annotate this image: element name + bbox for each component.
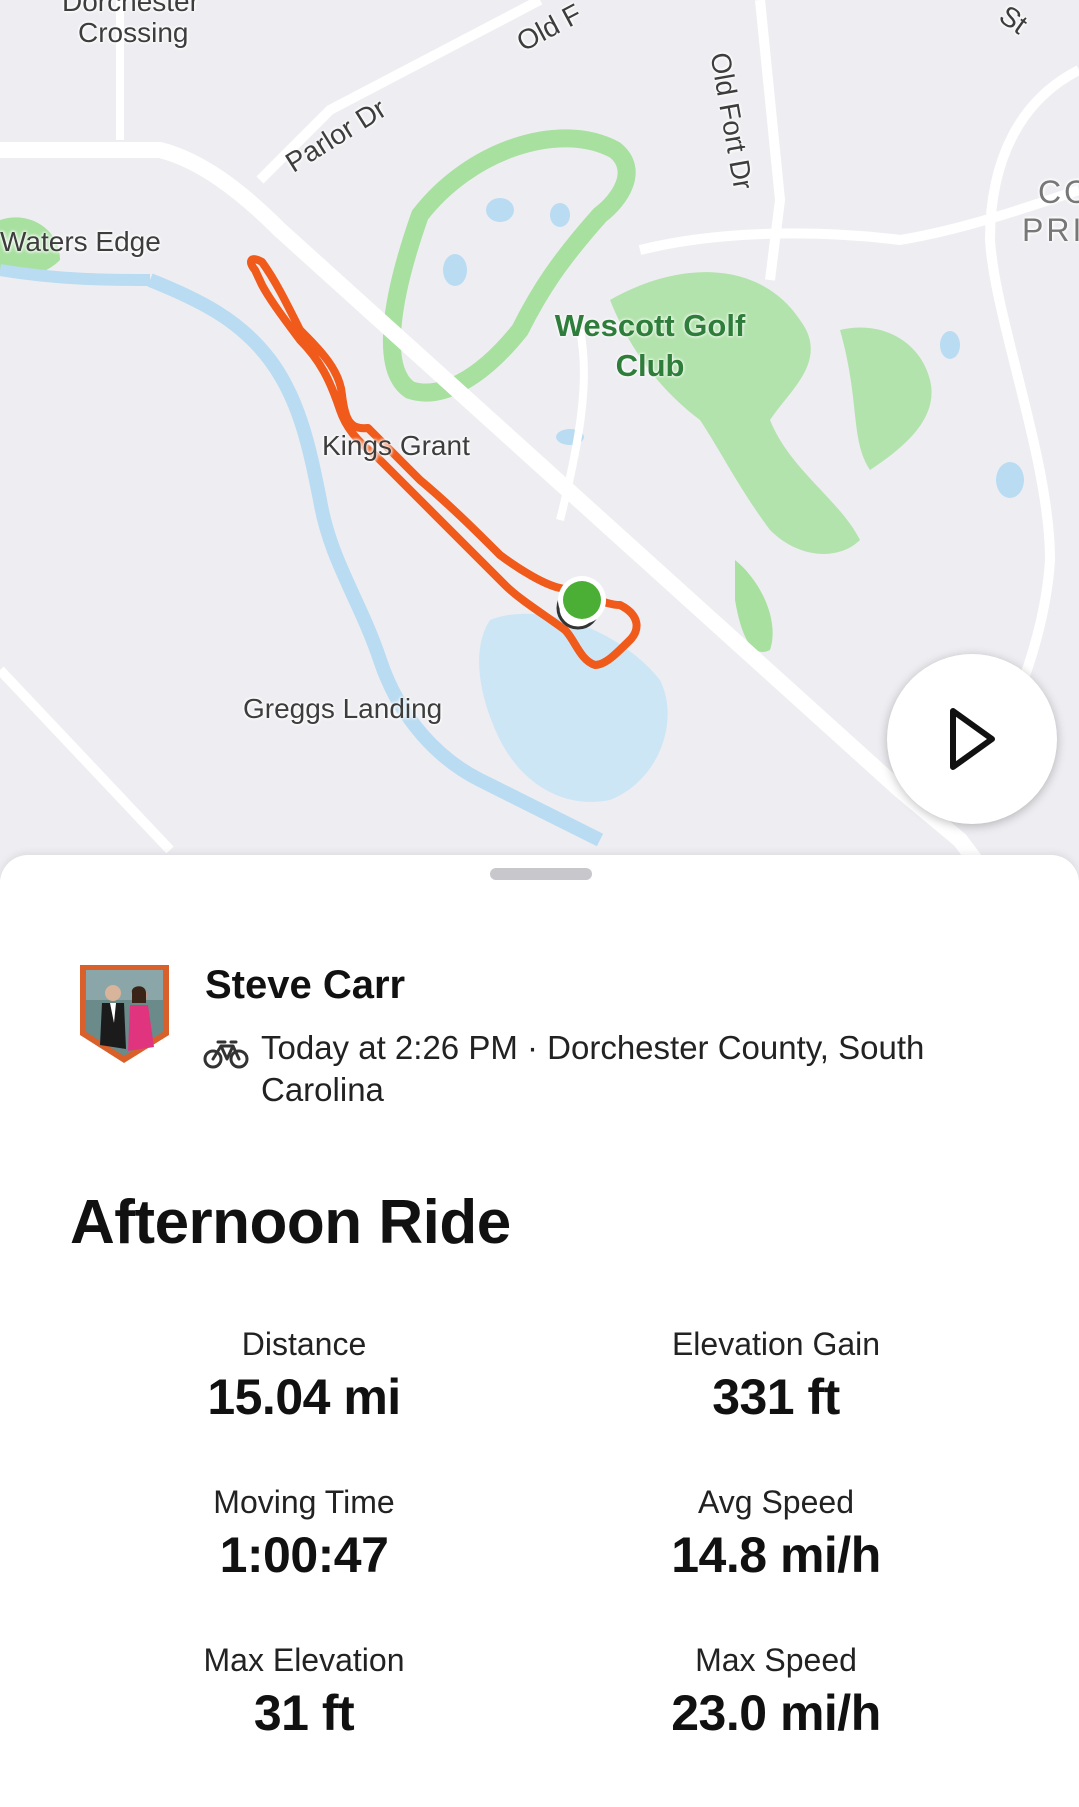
stat-avg-speed: Avg Speed 14.8 mi/h xyxy=(576,1483,976,1585)
stat-value: 23.0 mi/h xyxy=(671,1685,881,1741)
stat-label: Max Speed xyxy=(695,1642,857,1678)
avatar[interactable] xyxy=(76,963,173,1066)
stat-max-elevation: Max Elevation 31 ft xyxy=(104,1641,504,1743)
play-flyover-button[interactable] xyxy=(887,654,1057,824)
stat-label: Elevation Gain xyxy=(671,1326,881,1362)
stat-value: 15.04 mi xyxy=(207,1369,401,1425)
stat-max-speed: Max Speed 23.0 mi/h xyxy=(576,1641,976,1743)
golf-course-fairways-2 xyxy=(840,327,932,470)
stat-value: 331 ft xyxy=(712,1369,840,1425)
activity-sheet: Steve Carr Today at 2:26 PM · Dorchester… xyxy=(0,855,1079,1807)
stat-moving-time: Moving Time 1:00:47 xyxy=(104,1483,504,1585)
pond-1 xyxy=(486,198,514,222)
pond-3 xyxy=(443,254,467,286)
stat-elevation-gain: Elevation Gain 331 ft xyxy=(576,1325,976,1427)
golf-label-line1: Wescott Golf xyxy=(554,308,746,343)
stat-value: 1:00:47 xyxy=(219,1527,389,1583)
map-label-co: CO xyxy=(1038,174,1079,210)
stat-label: Distance xyxy=(241,1326,367,1362)
map-label-wescott-golf-club: Wescott Golf Club xyxy=(545,306,755,386)
play-icon xyxy=(950,708,995,770)
stat-label: Moving Time xyxy=(213,1484,395,1520)
athlete-name[interactable]: Steve Carr xyxy=(205,963,405,1008)
stat-distance: Distance 15.04 mi xyxy=(104,1325,504,1427)
activity-title: Afternoon Ride xyxy=(70,1188,511,1257)
map-label-kings-grant: Kings Grant xyxy=(322,430,470,461)
map-label-crossing: Crossing xyxy=(78,17,189,48)
map-label-waters-edge: Waters Edge xyxy=(0,226,161,257)
creek-2 xyxy=(0,264,151,286)
stat-value: 14.8 mi/h xyxy=(671,1527,881,1583)
stat-value: 31 ft xyxy=(253,1685,355,1741)
golf-label-line2: Club xyxy=(615,348,685,383)
road-east xyxy=(638,185,1079,255)
stat-label: Max Elevation xyxy=(203,1642,405,1678)
pond-2 xyxy=(550,203,570,227)
pond-4 xyxy=(996,462,1024,498)
map-label-dorchester: Dorchester xyxy=(62,0,199,17)
bike-icon xyxy=(203,1040,249,1069)
pond-5 xyxy=(940,331,960,359)
map-label-pri: PRI xyxy=(1022,212,1079,248)
stat-label: Avg Speed xyxy=(698,1484,854,1520)
sheet-drag-handle[interactable] xyxy=(490,868,592,880)
road-sw xyxy=(0,666,174,854)
activity-meta: Today at 2:26 PM · Dorchester County, So… xyxy=(261,1029,925,1108)
map-label-greggs-landing: Greggs Landing xyxy=(243,693,443,724)
start-marker-dot xyxy=(563,581,601,619)
